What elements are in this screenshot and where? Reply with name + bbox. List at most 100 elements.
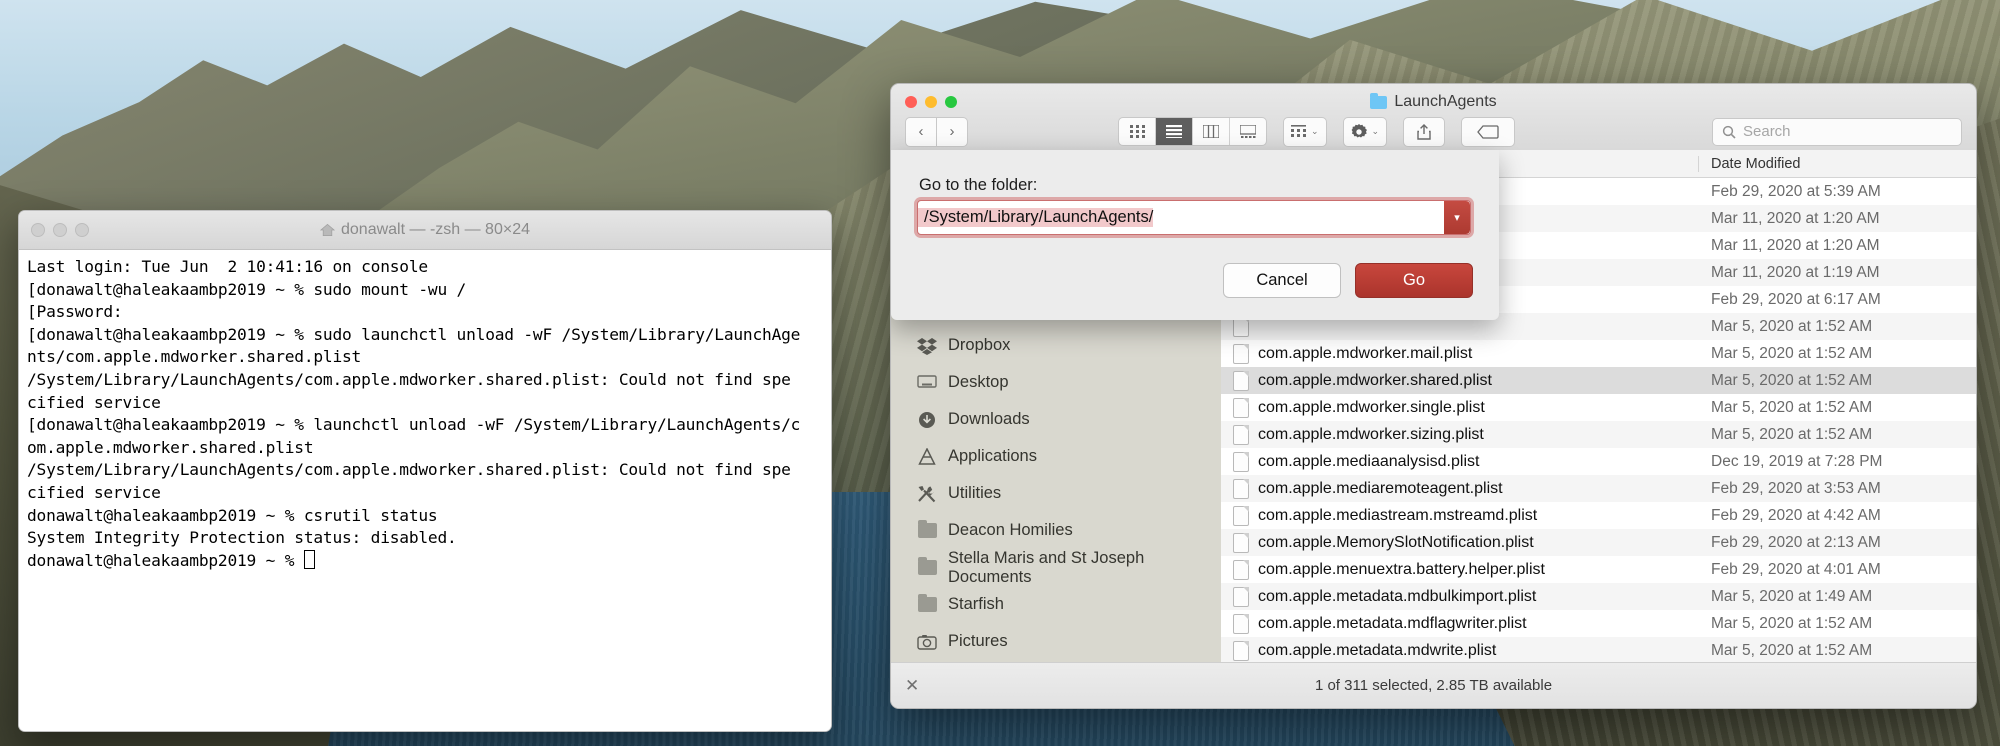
- file-name-cell: com.apple.mediastream.mstreamd.plist: [1221, 505, 1699, 526]
- file-name-label: com.apple.mediastream.mstreamd.plist: [1258, 506, 1538, 524]
- list-view-button[interactable]: [1156, 118, 1193, 145]
- applications-icon: [918, 447, 936, 465]
- go-button[interactable]: Go: [1355, 263, 1473, 298]
- file-name-cell: com.apple.mdworker.shared.plist: [1221, 370, 1699, 391]
- document-icon: [1233, 397, 1249, 418]
- go-to-folder-buttons[interactable]: Cancel Go: [1223, 263, 1473, 298]
- share-button[interactable]: [1403, 116, 1446, 147]
- sidebar-item-stella-maris-and-st-joseph-documents[interactable]: Stella Maris and St Joseph Documents: [891, 549, 1221, 586]
- table-row[interactable]: com.apple.mdworker.single.plist Mar 5, 20…: [1221, 394, 1976, 421]
- sidebar-item-label: Pictures: [948, 632, 1008, 650]
- search-field[interactable]: Search: [1712, 117, 1962, 146]
- document-icon: [1233, 505, 1249, 526]
- table-row[interactable]: com.apple.mediastream.mstreamd.plist Feb …: [1221, 502, 1976, 529]
- terminal-line: [Password:: [27, 302, 123, 322]
- table-row[interactable]: com.apple.metadata.mdbulkimport.plist Mar…: [1221, 583, 1976, 610]
- terminal-window[interactable]: donawalt — -zsh — 80×24 Last login: Tue …: [18, 210, 832, 732]
- sidebar-item-deacon-homilies[interactable]: Deacon Homilies: [891, 512, 1221, 549]
- file-date-cell: Feb 29, 2020 at 4:42 AM: [1711, 506, 1881, 524]
- table-row[interactable]: com.apple.menuextra.battery.helper.plist…: [1221, 556, 1976, 583]
- terminal-line: nts/com.apple.mdworker.shared.plist: [27, 347, 362, 367]
- terminal-titlebar[interactable]: donawalt — -zsh — 80×24: [19, 211, 831, 250]
- terminal-close-button[interactable]: [31, 223, 45, 237]
- file-name-cell: com.apple.mdworker.sizing.plist: [1221, 424, 1699, 445]
- cancel-button[interactable]: Cancel: [1223, 263, 1341, 298]
- document-icon: [1233, 424, 1249, 445]
- terminal-traffic-lights[interactable]: [31, 223, 89, 237]
- status-text: 1 of 311 selected, 2.85 TB available: [1314, 677, 1553, 694]
- finder-toolbar[interactable]: ‹ › ⌄ ⌄ Search: [891, 113, 1976, 150]
- column-view-button[interactable]: [1193, 118, 1230, 145]
- table-row[interactable]: com.apple.mdworker.shared.plist Mar 5, 20…: [1221, 367, 1976, 394]
- file-date-cell: Mar 11, 2020 at 1:20 AM: [1711, 209, 1880, 227]
- terminal-minimize-button[interactable]: [53, 223, 67, 237]
- applications-icon: [917, 447, 937, 466]
- table-row[interactable]: com.apple.metadata.mdflagwriter.plist Mar…: [1221, 610, 1976, 637]
- sidebar-item-desktop[interactable]: Desktop: [891, 364, 1221, 401]
- table-row[interactable]: com.apple.mediaremoteagent.plist Feb 29, …: [1221, 475, 1976, 502]
- sidebar-item-pictures[interactable]: Pictures: [891, 623, 1221, 660]
- sidebar-item-label: Applications: [948, 447, 1037, 465]
- document-icon: [1233, 586, 1249, 607]
- back-button[interactable]: ‹: [905, 116, 937, 147]
- sidebar-item-label: Deacon Homilies: [948, 521, 1073, 539]
- gallery-view-button[interactable]: [1230, 118, 1266, 145]
- column-header-date-modified[interactable]: Date Modified: [1698, 155, 1976, 172]
- nav-buttons[interactable]: ‹ ›: [905, 116, 968, 147]
- terminal-line: donawalt@haleakaambp2019 ~ %: [27, 549, 823, 573]
- downloads-icon: [917, 411, 937, 429]
- sidebar-item-applications[interactable]: Applications: [891, 438, 1221, 475]
- tags-button[interactable]: [1461, 116, 1516, 147]
- search-icon: [1722, 125, 1736, 139]
- sidebar-item-label: Stella Maris and St Joseph Documents: [948, 548, 1145, 586]
- file-name-label: com.apple.mediaanalysisd.plist: [1258, 452, 1480, 470]
- group-by-chevron-down-icon: ⌄: [1311, 126, 1319, 136]
- action-menu-button[interactable]: ⌄: [1342, 116, 1388, 147]
- document-icon: [1233, 532, 1249, 553]
- go-to-folder-dialog[interactable]: Go to the folder: /System/Library/Launch…: [891, 150, 1499, 320]
- table-row[interactable]: com.apple.mediaanalysisd.plist Dec 19, 20…: [1221, 448, 1976, 475]
- document-icon: [1233, 343, 1249, 364]
- file-date-cell: Mar 11, 2020 at 1:20 AM: [1711, 236, 1880, 254]
- sidebar-item-label: Starfish: [948, 595, 1004, 613]
- sidebar-item-label: Dropbox: [948, 336, 1011, 354]
- file-date-cell: Feb 29, 2020 at 4:01 AM: [1711, 560, 1881, 578]
- file-date-cell: Feb 29, 2020 at 2:13 AM: [1711, 533, 1881, 551]
- go-to-folder-input[interactable]: /System/Library/LaunchAgents/ ▾: [917, 200, 1471, 235]
- file-date-cell: Mar 5, 2020 at 1:52 AM: [1711, 614, 1873, 632]
- action-chevron-down-icon: ⌄: [1371, 126, 1380, 136]
- chevron-down-icon[interactable]: ▾: [1444, 201, 1470, 234]
- table-row[interactable]: com.apple.metadata.mdwrite.plist Mar 5, 2…: [1221, 637, 1976, 663]
- finder-window[interactable]: LaunchAgents ‹ › ⌄ ⌄ Search Dropbox Desk…: [890, 83, 1977, 709]
- terminal-zoom-button[interactable]: [75, 223, 89, 237]
- finder-status-bar: ✕ 1 of 311 selected, 2.85 TB available: [891, 662, 1976, 708]
- terminal-output[interactable]: Last login: Tue Jun 2 10:41:16 on consol…: [19, 250, 831, 731]
- terminal-scroll-gutter[interactable]: [19, 249, 26, 731]
- file-date-cell: Mar 5, 2020 at 1:52 AM: [1711, 317, 1873, 335]
- document-icon: [1233, 451, 1249, 472]
- path-icon[interactable]: ✕: [905, 676, 919, 696]
- table-row[interactable]: com.apple.MemorySlotNotification.plist Fe…: [1221, 529, 1976, 556]
- view-mode-segmented-control[interactable]: [1118, 117, 1267, 146]
- gear-icon: [1351, 123, 1367, 137]
- column-view-icon: [1203, 125, 1219, 138]
- file-name-label: com.apple.mdworker.single.plist: [1258, 398, 1485, 416]
- search-placeholder: Search: [1743, 123, 1791, 140]
- file-name-cell: com.apple.metadata.mdbulkimport.plist: [1221, 586, 1699, 607]
- home-icon: [320, 223, 335, 236]
- sidebar-item-dropbox[interactable]: Dropbox: [891, 327, 1221, 364]
- sidebar-item-downloads[interactable]: Downloads: [891, 401, 1221, 438]
- sidebar-item-utilities[interactable]: Utilities: [891, 475, 1221, 512]
- table-row[interactable]: com.apple.mdworker.mail.plist Mar 5, 2020…: [1221, 340, 1976, 367]
- share-icon: [1417, 123, 1431, 140]
- table-row[interactable]: com.apple.mdworker.sizing.plist Mar 5, 20…: [1221, 421, 1976, 448]
- icon-view-button[interactable]: [1119, 118, 1156, 145]
- sidebar-item-starfish[interactable]: Starfish: [891, 586, 1221, 623]
- forward-button[interactable]: ›: [937, 116, 968, 147]
- desktop-icon: [917, 374, 937, 392]
- file-name-cell: com.apple.metadata.mdwrite.plist: [1221, 640, 1699, 661]
- group-by-icon: [1291, 125, 1306, 137]
- group-by-button[interactable]: ⌄: [1283, 116, 1327, 147]
- finder-titlebar[interactable]: LaunchAgents ‹ › ⌄ ⌄ Search: [891, 84, 1976, 151]
- go-to-folder-label: Go to the folder:: [919, 176, 1038, 194]
